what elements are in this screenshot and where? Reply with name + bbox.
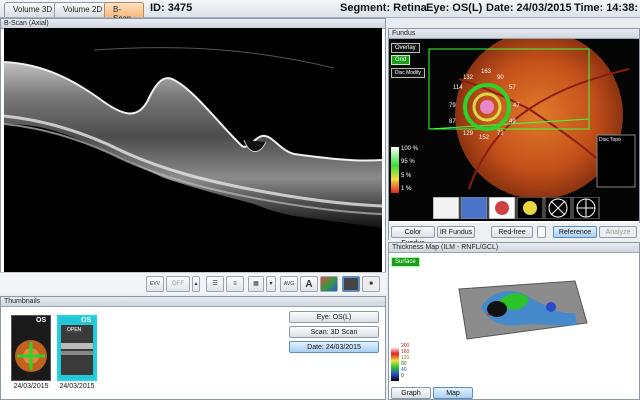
- disc-modify-button[interactable]: Disc Modify: [391, 68, 425, 78]
- thickness-legend-label: 0: [401, 373, 404, 379]
- sector-value: 57: [509, 85, 516, 91]
- tab-b-scan[interactable]: B-Scan: [104, 2, 144, 23]
- thumbnails-title: Thumbnails: [1, 297, 385, 307]
- b-scan-image[interactable]: [3, 28, 383, 272]
- sector-value: 79: [449, 103, 456, 109]
- map-tab[interactable]: Map: [433, 387, 473, 399]
- top-bar: Volume 3D Volume 2D B-Scan ID: 3475 Segm…: [0, 0, 640, 23]
- thickness-map-view[interactable]: Surface 200 160 120 80 40 0: [389, 253, 639, 387]
- sector-value: 152: [479, 135, 490, 141]
- color-fundus-button[interactable]: Color Fundus: [391, 226, 435, 247]
- red-free-button[interactable]: Red-free: [491, 226, 533, 238]
- eye-filter-button[interactable]: Eye: OS(L): [289, 311, 379, 323]
- grayscale-icon[interactable]: [342, 276, 360, 292]
- invert-icon[interactable]: ■: [362, 276, 380, 292]
- legend-label: 5 %: [401, 173, 412, 179]
- chevron-down-icon[interactable]: ▾: [266, 276, 276, 292]
- evv-button[interactable]: EVV: [146, 276, 164, 292]
- surface-toggle[interactable]: Surface: [391, 257, 420, 267]
- legend-label: 95 %: [401, 159, 415, 165]
- graph-tab[interactable]: Graph: [391, 387, 431, 399]
- fundus-title: Fundus: [389, 29, 639, 39]
- fundus-photo: [391, 39, 636, 199]
- grid-toggle[interactable]: Grid: [391, 55, 411, 65]
- reference-button[interactable]: Reference: [553, 226, 597, 238]
- sector-value: 47: [513, 103, 520, 109]
- scan-filter-button[interactable]: Scan: 3D Scan: [289, 326, 379, 338]
- sector-value: 114: [453, 85, 463, 91]
- stack-icon[interactable]: ≡: [226, 276, 244, 292]
- thumbnail-fundus-image: [12, 316, 50, 380]
- oct-cross-section: [3, 47, 383, 228]
- thumbnail-open-tag: OPEN: [65, 327, 84, 333]
- sector-value: 90: [497, 75, 504, 81]
- thumbnails-panel: Thumbnails OS 24/03/2015 OS OPEN 24/03/2…: [0, 296, 386, 400]
- annotation-font-button[interactable]: A: [300, 276, 318, 292]
- sector-value: 72: [497, 131, 504, 137]
- ir-fundus-button[interactable]: IR Fundus: [437, 226, 475, 238]
- color-map-icon[interactable]: [320, 276, 338, 292]
- sector-value: 87: [449, 119, 456, 125]
- date-filter-button[interactable]: Date: 24/03/2015: [289, 341, 379, 353]
- sector-value: 132: [463, 75, 474, 81]
- legend-label: 1 %: [401, 186, 412, 192]
- fundus-button-row: Color Fundus IR Fundus Red-free Referenc…: [389, 223, 640, 247]
- layers-icon[interactable]: ☰: [206, 276, 224, 292]
- patient-id: ID: 3475: [150, 2, 193, 14]
- legend-label: 100 %: [401, 146, 419, 152]
- date-label: Date: 24/03/2015: [486, 2, 572, 14]
- fundus-image[interactable]: Overlay Grid Disc Modify 163 132 90 114 …: [389, 39, 639, 221]
- fundus-panel: Fundus Overlay Grid Disc Modify 163 132 …: [388, 28, 640, 247]
- thumbnail-date: 24/03/2015: [13, 383, 49, 390]
- thickness-surface-plot: [391, 280, 588, 381]
- segment-label: Segment: Retina: [340, 2, 427, 14]
- thumbnail-eye-label: OS: [81, 317, 92, 324]
- sector-value: 129: [463, 131, 474, 137]
- thickness-map-title: Thickness Map (ILM - RNFL/GCL): [389, 243, 639, 253]
- overlay-toggle[interactable]: Overlay: [391, 43, 420, 53]
- thumbnail-date: 24/03/2015: [59, 383, 95, 390]
- eye-label: Eye: OS(L): [426, 2, 483, 14]
- stepper-icon[interactable]: ▲: [192, 276, 200, 292]
- sector-value: 163: [481, 69, 492, 75]
- thumbnail-oct[interactable]: OS OPEN: [57, 315, 97, 381]
- thumbnail-eye-label: OS: [36, 317, 47, 324]
- analyze-button[interactable]: Analyze: [599, 226, 637, 238]
- analysis-thumbnail-strip: [433, 197, 600, 219]
- tab-volume-3d[interactable]: Volume 3D: [4, 2, 62, 17]
- tab-volume-2d[interactable]: Volume 2D: [54, 2, 112, 17]
- b-scan-toolbar: EVV OFF ▲ ☰ ≡ ▦ ▾ AVG A ■: [0, 272, 386, 294]
- grid-view-icon[interactable]: ▦: [248, 276, 264, 292]
- sector-value: 49: [509, 119, 516, 125]
- off-toggle[interactable]: OFF: [166, 276, 190, 292]
- disc-topo-title: Disc Topo: [599, 137, 621, 143]
- thumbnail-fundus[interactable]: OS: [11, 315, 51, 381]
- red-free-checkbox[interactable]: [537, 226, 546, 238]
- time-label: Time: 14:38:: [574, 2, 638, 14]
- avg-button[interactable]: AVG: [280, 276, 298, 292]
- thickness-map-panel: Thickness Map (ILM - RNFL/GCL) Surface 2…: [388, 242, 640, 400]
